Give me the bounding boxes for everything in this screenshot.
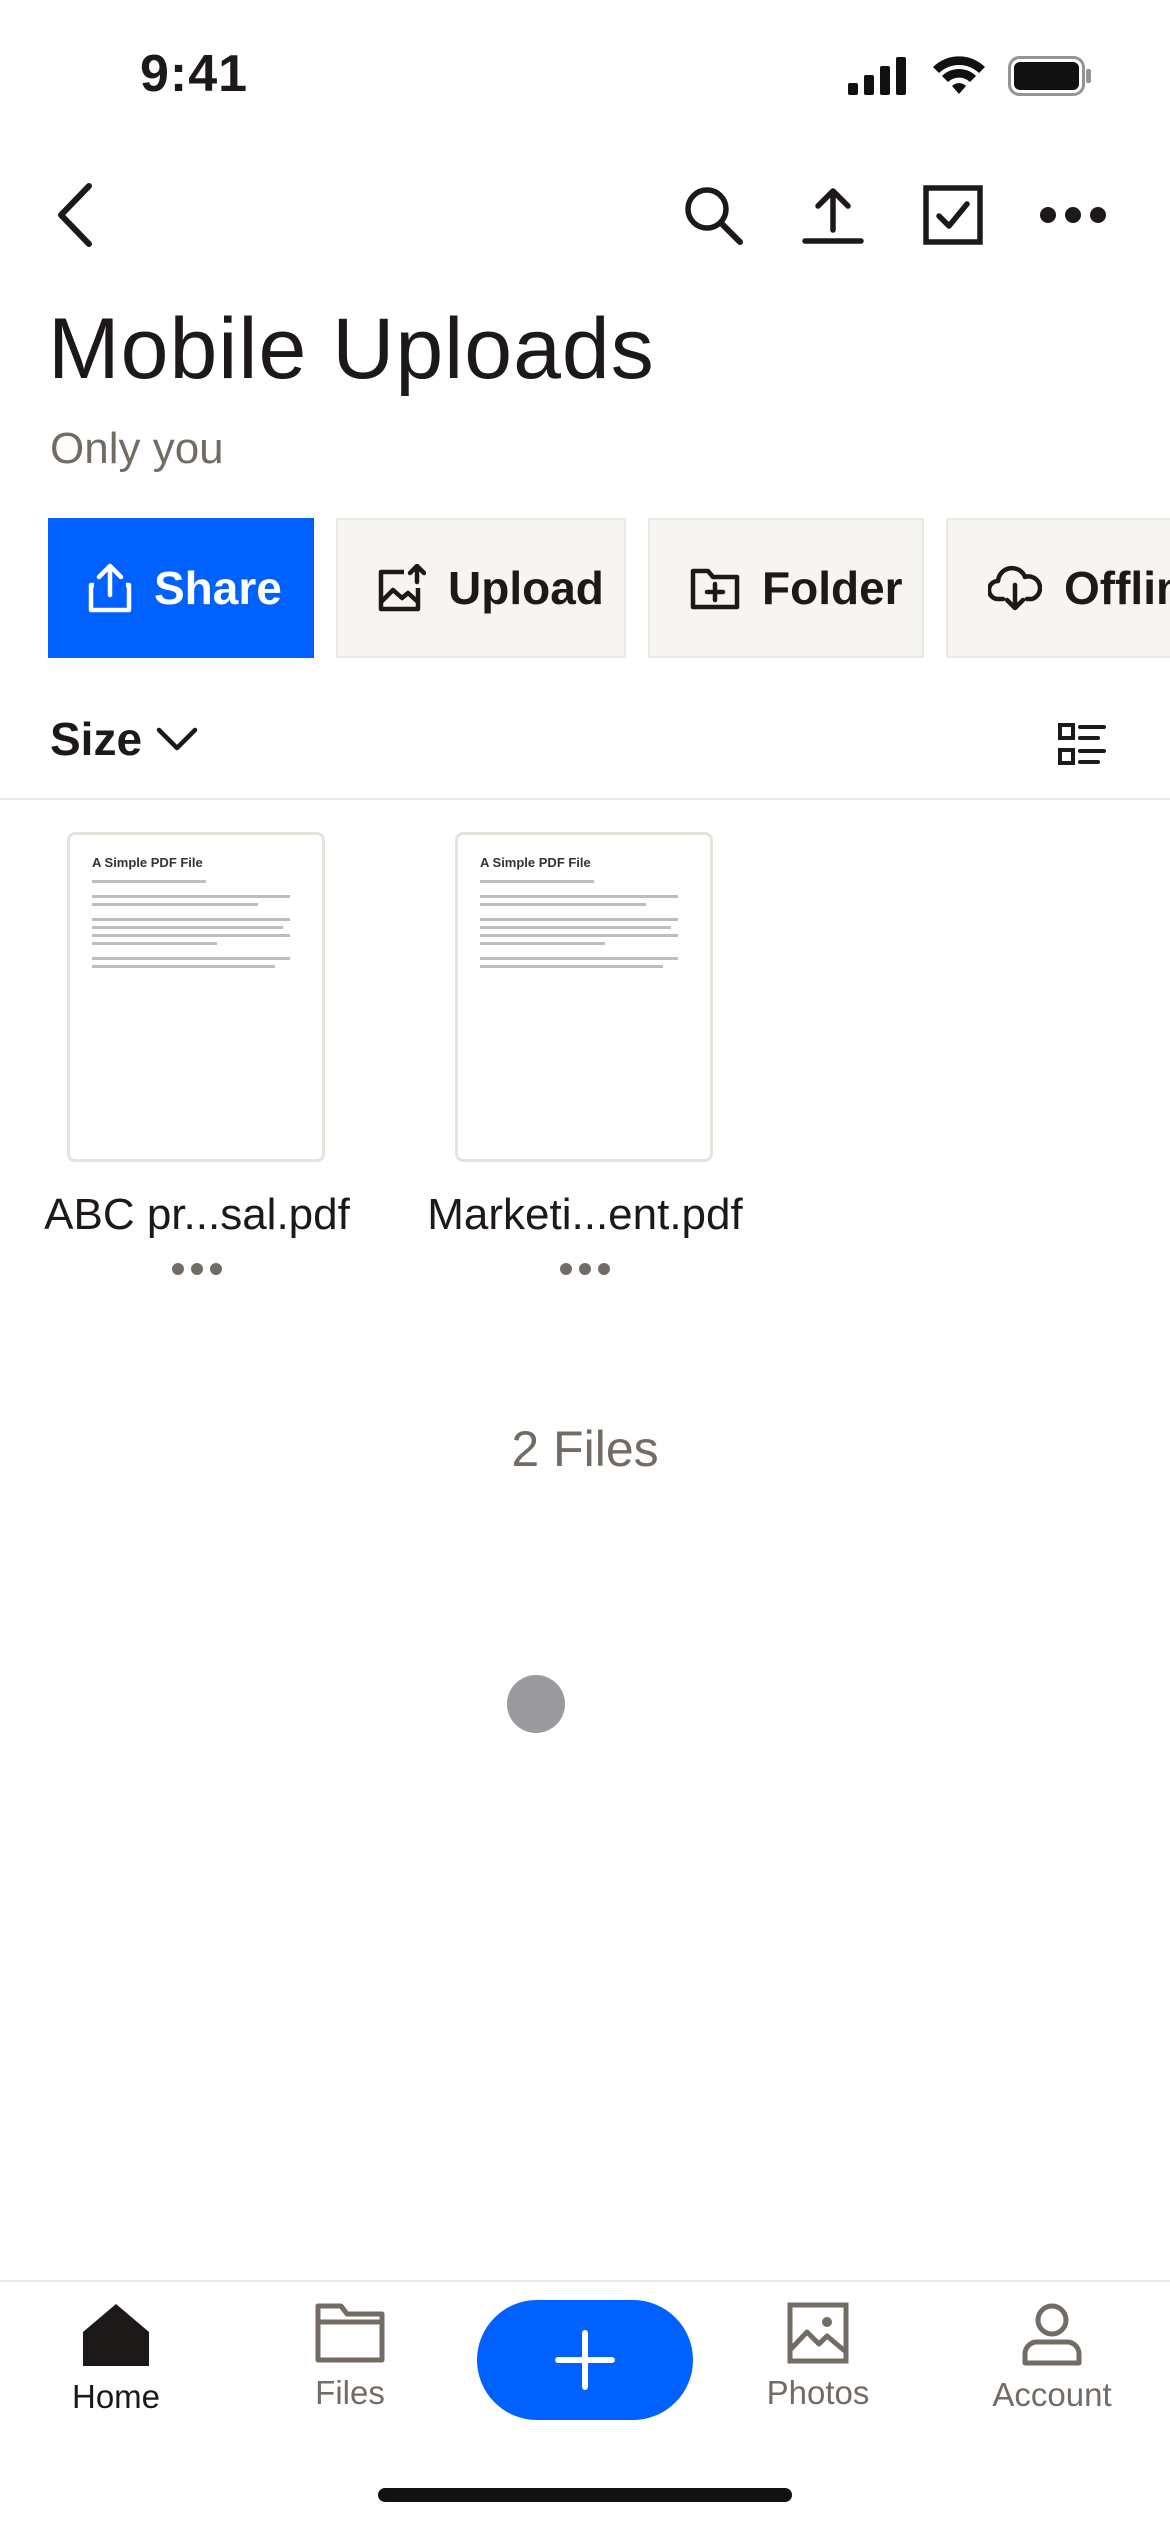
search-icon	[685, 187, 743, 245]
image-upload-icon	[378, 564, 426, 612]
chevron-left-icon	[58, 183, 92, 247]
tab-home[interactable]: Home	[16, 2302, 216, 2452]
loading-indicator	[507, 1675, 565, 1733]
share-icon	[88, 563, 132, 613]
navigation-bar	[0, 160, 1170, 280]
tab-photos[interactable]: Photos	[718, 2302, 918, 2452]
select-button[interactable]	[898, 160, 1008, 270]
file-thumbnail[interactable]: A Simple PDF File	[455, 832, 713, 1162]
sort-label: Size	[50, 713, 143, 765]
files-count: 2 Files	[511, 1421, 659, 1477]
new-folder-label: Folder	[762, 562, 903, 614]
upload-action-button[interactable]: Upload	[336, 518, 626, 658]
file-thumbnail[interactable]: A Simple PDF File	[67, 832, 325, 1162]
sort-row: Size	[0, 690, 1170, 800]
signal-icon	[848, 57, 906, 95]
cloud-download-icon	[988, 565, 1042, 611]
page-title: Mobile Uploads	[48, 301, 655, 397]
upload-icon	[802, 188, 864, 244]
thumbnail-title: A Simple PDF File	[480, 855, 591, 870]
file-tile[interactable]: A Simple PDF File Marketi...ent.pdf	[420, 832, 750, 1302]
search-button[interactable]	[658, 160, 768, 270]
file-name: Marketi...ent.pdf	[427, 1190, 743, 1239]
photo-icon	[787, 2302, 849, 2364]
share-button-label: Share	[154, 562, 282, 614]
more-horizontal-icon	[172, 1263, 222, 1275]
more-horizontal-icon	[1040, 207, 1106, 223]
home-indicator	[378, 2488, 792, 2502]
offline-button[interactable]: Offlin	[946, 518, 1170, 658]
file-more-button[interactable]	[420, 1262, 750, 1276]
tab-photos-label: Photos	[766, 2374, 870, 2411]
new-folder-button[interactable]: Folder	[648, 518, 924, 658]
file-more-button[interactable]	[32, 1262, 362, 1276]
file-name: ABC pr...sal.pdf	[44, 1190, 350, 1239]
thumbnail-title: A Simple PDF File	[92, 855, 203, 870]
offline-button-label: Offlin	[1064, 562, 1170, 614]
battery-icon	[1008, 56, 1091, 96]
folder-plus-icon	[690, 568, 740, 610]
tab-account[interactable]: Account	[952, 2302, 1152, 2452]
home-icon	[83, 2304, 149, 2366]
tab-account-label: Account	[992, 2376, 1112, 2413]
status-icons	[848, 56, 1092, 96]
plus-icon	[555, 2330, 615, 2390]
status-time: 9:41	[140, 45, 249, 103]
person-icon	[1022, 2303, 1082, 2366]
folder-icon	[315, 2303, 385, 2363]
status-bar: 9:41	[0, 0, 1170, 150]
share-button[interactable]: Share	[48, 518, 314, 658]
wifi-icon	[933, 56, 985, 94]
view-toggle-button[interactable]	[1042, 704, 1122, 784]
file-tile[interactable]: A Simple PDF File ABC pr...sal.pdf	[32, 832, 362, 1302]
more-options-button[interactable]	[1018, 160, 1128, 270]
back-button[interactable]	[20, 160, 130, 270]
tab-files[interactable]: Files	[250, 2302, 450, 2452]
tab-home-label: Home	[71, 2378, 161, 2415]
upload-button[interactable]	[778, 160, 888, 270]
checkbox-icon	[923, 185, 983, 245]
more-horizontal-icon	[560, 1263, 610, 1275]
sort-dropdown[interactable]: Size	[50, 712, 198, 766]
create-button[interactable]	[477, 2300, 693, 2420]
chevron-down-icon	[156, 727, 198, 751]
sharing-status: Only you	[50, 424, 224, 473]
action-buttons-row: Share Upload Folder Offlin	[48, 518, 1170, 658]
tab-files-label: Files	[315, 2374, 385, 2411]
upload-action-label: Upload	[448, 562, 604, 614]
list-view-icon	[1058, 723, 1106, 765]
